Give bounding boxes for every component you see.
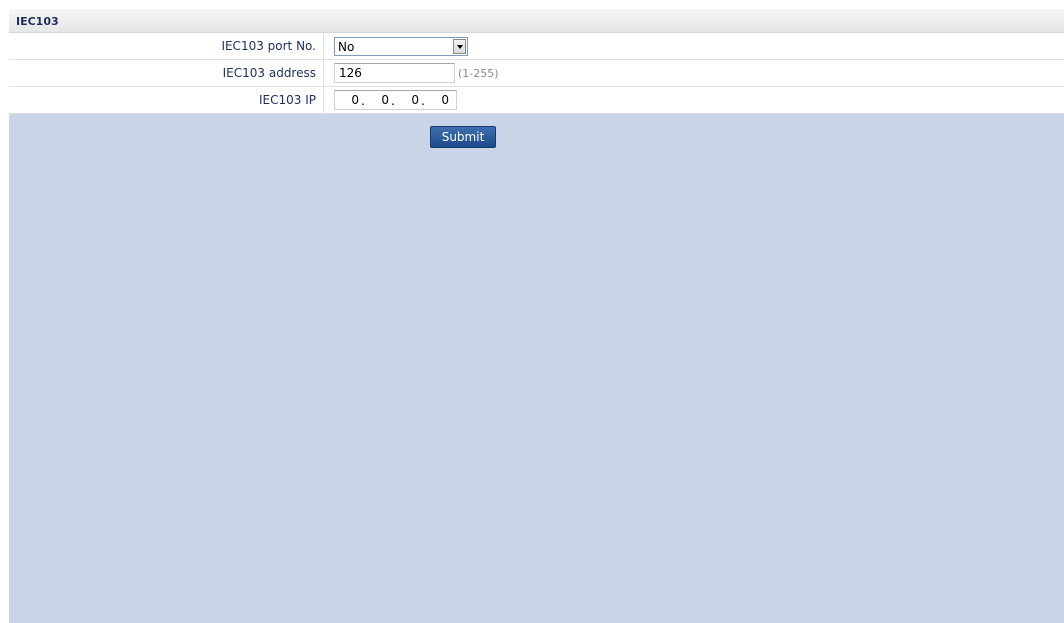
value-cell: No (325, 33, 1064, 59)
content-frame: IEC103 IEC103 port No. No IEC103 address… (9, 9, 1064, 623)
form-row-ip: IEC103 IP 0 . 0 . 0 . 0 (9, 87, 1064, 114)
address-input[interactable]: 126 (334, 63, 455, 83)
address-range-hint: (1-255) (458, 67, 499, 80)
value-cell: 0 . 0 . 0 . 0 (325, 87, 1064, 113)
label-cell: IEC103 address (9, 60, 324, 86)
ip-octet-4[interactable]: 0 (427, 93, 449, 107)
address-input-value: 126 (339, 66, 362, 80)
submit-button[interactable]: Submit (430, 126, 496, 148)
form-row-address: IEC103 address 126 (1-255) (9, 60, 1064, 87)
ip-octet-3[interactable]: 0 (397, 93, 419, 107)
address-label: IEC103 address (222, 66, 316, 80)
port-select[interactable]: No (334, 37, 468, 56)
section-header: IEC103 (9, 9, 1064, 33)
label-cell: IEC103 IP (9, 87, 324, 113)
port-select-value: No (338, 40, 355, 54)
ip-address-input[interactable]: 0 . 0 . 0 . 0 (334, 90, 457, 110)
section-title: IEC103 (16, 15, 59, 28)
port-label: IEC103 port No. (221, 39, 316, 53)
ip-dot-1: . (361, 94, 365, 108)
ip-dot-2: . (391, 94, 395, 108)
ip-octet-2[interactable]: 0 (367, 93, 389, 107)
chevron-down-icon[interactable] (453, 39, 466, 54)
value-cell: 126 (1-255) (325, 60, 1064, 86)
ip-label: IEC103 IP (259, 93, 316, 107)
ip-octet-1[interactable]: 0 (337, 93, 359, 107)
settings-form: IEC103 port No. No IEC103 address 126 (1… (9, 33, 1064, 114)
ip-dot-3: . (421, 94, 425, 108)
label-cell: IEC103 port No. (9, 33, 324, 59)
form-row-port: IEC103 port No. No (9, 33, 1064, 60)
